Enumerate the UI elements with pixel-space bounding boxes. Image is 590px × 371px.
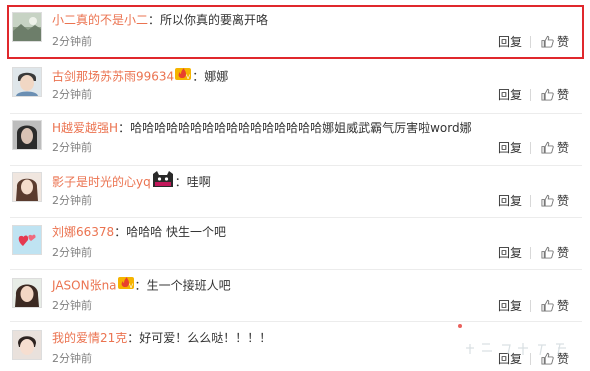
child-avatar[interactable]: [12, 330, 42, 360]
colon: ：: [192, 69, 205, 84]
like-button[interactable]: 赞: [541, 141, 569, 155]
colon: ：: [114, 225, 127, 239]
reply-button[interactable]: 回复: [498, 35, 522, 49]
reply-button[interactable]: 回复: [498, 194, 522, 208]
landscape-avatar[interactable]: [12, 12, 42, 42]
thumbs-up-icon: [541, 299, 554, 312]
comment-time: 2分钟前: [52, 299, 92, 312]
comment-text: 哇啊: [186, 175, 211, 189]
watermark: [458, 324, 566, 356]
like-label: 赞: [557, 194, 570, 208]
action-separator: [530, 36, 531, 48]
comment-username[interactable]: H越爱越强H: [52, 121, 118, 135]
comment-item: JASON张na V ：生一个接班人吧 2分钟前 回复 赞: [0, 270, 590, 322]
comment-text: 娜娜: [204, 69, 229, 84]
comment-item: 刘娜66378：哈哈哈 快生一个吧 2分钟前 回复 赞: [0, 218, 590, 270]
comment-text: 生一个接班人吧: [146, 278, 231, 293]
thumbs-up-icon: [541, 194, 554, 207]
comment-time: 2分钟前: [52, 141, 92, 154]
comment-username[interactable]: 小二真的不是小二: [52, 13, 148, 27]
action-separator: [530, 300, 531, 312]
girl-avatar[interactable]: [12, 172, 42, 202]
vip-fire-badge: V: [175, 67, 192, 85]
thumbs-up-icon: [541, 88, 554, 101]
boy-avatar[interactable]: [12, 67, 42, 97]
cat-badge: [152, 171, 174, 192]
hearts-avatar[interactable]: [12, 225, 42, 255]
comment-text: 哈哈哈 快生一个吧: [126, 225, 227, 239]
comment-username[interactable]: 刘娜66378: [52, 225, 114, 239]
action-separator: [530, 247, 531, 259]
like-label: 赞: [557, 88, 570, 102]
like-button[interactable]: 赞: [541, 299, 569, 313]
comment-item: 影子是时光的心yq ：哇啊 2分钟前 回复 赞: [0, 166, 590, 218]
like-button[interactable]: 赞: [541, 194, 569, 208]
thumbs-up-icon: [541, 35, 554, 48]
comment-username[interactable]: 影子是时光的心yq: [52, 175, 151, 189]
reply-button[interactable]: 回复: [498, 246, 522, 260]
comment-username[interactable]: 古剑那场苏苏雨99634: [52, 70, 174, 84]
comment-time: 2分钟前: [52, 194, 92, 207]
comment-time: 2分钟前: [52, 88, 92, 101]
comment-item: 小二真的不是小二：所以你真的要离开咯 2分钟前 回复 赞: [0, 0, 590, 62]
comment-text: 所以你真的要离开咯: [160, 13, 269, 27]
comment-text: 哈哈哈哈哈哈哈哈哈哈哈哈哈哈哈哈娜姐威武霸气厉害啦word娜: [130, 121, 472, 135]
comment-item: 古剑那场苏苏雨99634 V ：娜娜 2分钟前 回复 赞: [0, 62, 590, 114]
vip-fire-badge: V: [117, 276, 134, 294]
colon: ：: [148, 13, 161, 27]
comment-item: H越爱越强H：哈哈哈哈哈哈哈哈哈哈哈哈哈哈哈哈娜姐威武霸气厉害啦word娜 2分…: [0, 114, 590, 166]
like-label: 赞: [557, 141, 570, 155]
like-label: 赞: [557, 35, 570, 49]
like-button[interactable]: 赞: [541, 246, 569, 260]
comment-time: 2分钟前: [52, 246, 92, 259]
woman-avatar[interactable]: [12, 278, 42, 308]
action-separator: [530, 142, 531, 154]
reply-button[interactable]: 回复: [498, 299, 522, 313]
colon: ：: [118, 121, 131, 135]
comment-time: 2分钟前: [52, 35, 92, 48]
comment-username[interactable]: JASON张na: [52, 279, 117, 293]
comment-time: 2分钟前: [52, 352, 92, 365]
like-button[interactable]: 赞: [541, 88, 569, 102]
action-separator: [530, 89, 531, 101]
thumbs-up-icon: [541, 141, 554, 154]
like-label: 赞: [557, 246, 570, 260]
reply-button[interactable]: 回复: [498, 88, 522, 102]
portrait-avatar[interactable]: [12, 120, 42, 150]
colon: ：: [134, 278, 147, 293]
like-label: 赞: [557, 299, 570, 313]
comment-text: 好可爱！么么哒！！！！: [139, 331, 272, 345]
thumbs-up-icon: [541, 246, 554, 259]
like-button[interactable]: 赞: [541, 35, 569, 49]
colon: ：: [174, 175, 187, 189]
reply-button[interactable]: 回复: [498, 141, 522, 155]
action-separator: [530, 195, 531, 207]
colon: ：: [127, 331, 140, 345]
comment-username[interactable]: 我的爱情21克: [52, 331, 127, 345]
